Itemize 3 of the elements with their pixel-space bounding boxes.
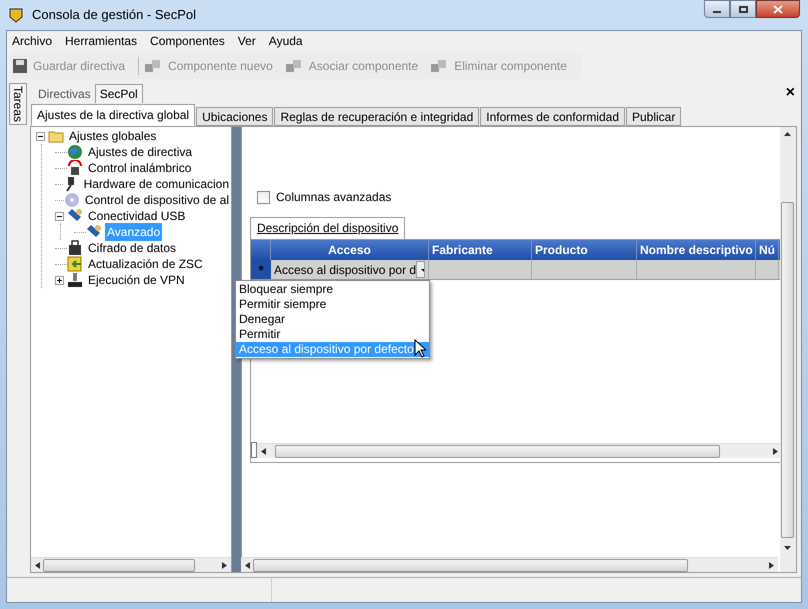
- window-title: Consola de gestión - SecPol: [32, 6, 196, 24]
- new-row-marker: *: [258, 262, 264, 276]
- checkbox-label: Columnas avanzadas: [276, 189, 392, 206]
